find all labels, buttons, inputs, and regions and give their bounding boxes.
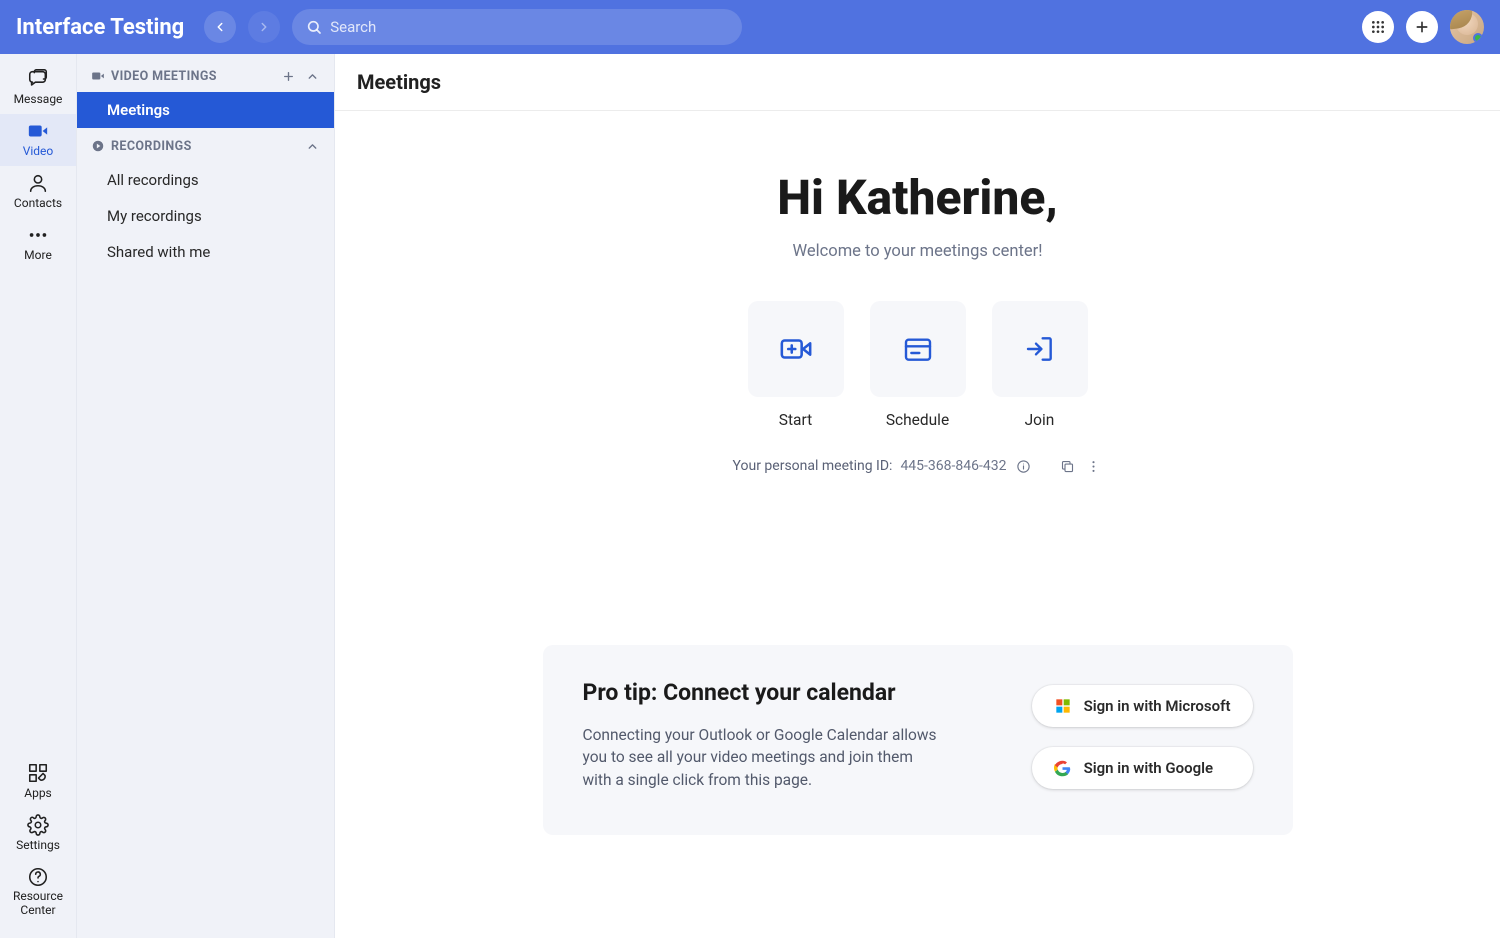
pmi-value: 445-368-846-432 <box>900 458 1006 474</box>
rail-label: Settings <box>16 838 60 852</box>
main-content: Meetings Hi Katherine, Welcome to your m… <box>335 54 1500 938</box>
chevron-up-icon <box>306 70 319 83</box>
join-icon <box>1024 333 1056 365</box>
schedule-icon <box>902 333 934 365</box>
gear-icon <box>27 814 49 836</box>
tile-label: Join <box>1025 411 1055 429</box>
more-icon <box>27 224 49 246</box>
action-tiles: Start Schedule Join <box>748 301 1088 429</box>
contacts-icon <box>27 172 49 194</box>
apps-icon <box>27 762 49 784</box>
secondary-panel: VIDEO MEETINGS Meetings RECORDINGS <box>77 54 335 938</box>
help-icon <box>27 866 49 888</box>
pmi-info-button[interactable] <box>1014 457 1032 475</box>
video-icon <box>91 69 105 83</box>
section-title: VIDEO MEETINGS <box>111 69 217 84</box>
plus-icon <box>1414 19 1430 35</box>
rail-item-contacts[interactable]: Contacts <box>0 166 76 218</box>
chevron-right-icon <box>257 20 271 34</box>
nav-rail: Message Video Contacts More <box>0 54 77 938</box>
page-title: Meetings <box>357 70 1478 94</box>
button-label: Sign in with Google <box>1084 759 1214 777</box>
rail-item-apps[interactable]: Apps <box>0 756 76 808</box>
protip-card: Pro tip: Connect your calendar Connectin… <box>543 645 1293 835</box>
subtitle: Welcome to your meetings center! <box>777 242 1058 261</box>
tile-schedule[interactable]: Schedule <box>870 301 966 429</box>
rail-label: Apps <box>24 786 52 800</box>
search-input[interactable] <box>330 18 728 36</box>
button-label: Sign in with Microsoft <box>1084 697 1231 715</box>
collapse-button[interactable] <box>304 68 320 84</box>
panel-item-meetings[interactable]: Meetings <box>77 92 334 128</box>
app-title: Interface Testing <box>16 15 184 40</box>
welcome-block: Hi Katherine, Welcome to your meetings c… <box>777 169 1058 261</box>
rail-item-settings[interactable]: Settings <box>0 808 76 860</box>
collapse-button[interactable] <box>304 138 320 154</box>
pmi-copy-button[interactable] <box>1058 457 1076 475</box>
new-button[interactable] <box>1406 11 1438 43</box>
nav-forward-button[interactable] <box>248 11 280 43</box>
greeting: Hi Katherine, <box>777 169 1058 226</box>
main-header: Meetings <box>335 54 1500 111</box>
rail-label: Contacts <box>14 196 62 210</box>
tile-label: Schedule <box>886 411 949 429</box>
chevron-up-icon <box>306 140 319 153</box>
panel-item-all-recordings[interactable]: All recordings <box>77 162 334 198</box>
google-icon <box>1054 759 1072 777</box>
tile-label: Start <box>779 411 812 429</box>
panel-item-my-recordings[interactable]: My recordings <box>77 198 334 234</box>
dialpad-button[interactable] <box>1362 11 1394 43</box>
protip-body: Connecting your Outlook or Google Calend… <box>583 724 943 791</box>
rail-item-video[interactable]: Video <box>0 114 76 166</box>
dialpad-icon <box>1370 19 1386 35</box>
rail-label: Message <box>14 92 63 106</box>
search-field[interactable] <box>292 9 742 45</box>
rail-label: More <box>24 248 52 262</box>
chevron-left-icon <box>213 20 227 34</box>
rail-label: Resource Center <box>0 890 76 918</box>
rail-item-resource-center[interactable]: Resource Center <box>0 860 76 926</box>
start-video-icon <box>779 332 813 366</box>
play-circle-icon <box>91 139 105 153</box>
topbar: Interface Testing <box>0 0 1500 54</box>
section-header-video-meetings[interactable]: VIDEO MEETINGS <box>77 58 334 92</box>
rail-item-more[interactable]: More <box>0 218 76 270</box>
protip-title: Pro tip: Connect your calendar <box>583 679 1002 706</box>
info-icon <box>1016 459 1031 474</box>
rail-label: Video <box>23 144 54 158</box>
section-title: RECORDINGS <box>111 139 192 154</box>
rail-item-message[interactable]: Message <box>0 62 76 114</box>
copy-icon <box>1060 459 1075 474</box>
personal-meeting-id-row: Your personal meeting ID: 445-368-846-43… <box>733 457 1103 475</box>
pmi-more-button[interactable] <box>1084 457 1102 475</box>
sign-in-google-button[interactable]: Sign in with Google <box>1032 747 1253 789</box>
pmi-label: Your personal meeting ID: <box>733 458 893 474</box>
avatar[interactable] <box>1450 10 1484 44</box>
panel-item-shared-with-me[interactable]: Shared with me <box>77 234 334 270</box>
video-icon <box>27 120 49 142</box>
sign-in-microsoft-button[interactable]: Sign in with Microsoft <box>1032 685 1253 727</box>
add-button[interactable] <box>280 68 296 84</box>
plus-icon <box>282 70 295 83</box>
tile-join[interactable]: Join <box>992 301 1088 429</box>
nav-back-button[interactable] <box>204 11 236 43</box>
more-vertical-icon <box>1086 459 1101 474</box>
search-icon <box>306 19 322 35</box>
presence-available-icon <box>1473 33 1483 43</box>
section-header-recordings[interactable]: RECORDINGS <box>77 128 334 162</box>
message-icon <box>27 68 49 90</box>
tile-start[interactable]: Start <box>748 301 844 429</box>
microsoft-icon <box>1054 697 1072 715</box>
